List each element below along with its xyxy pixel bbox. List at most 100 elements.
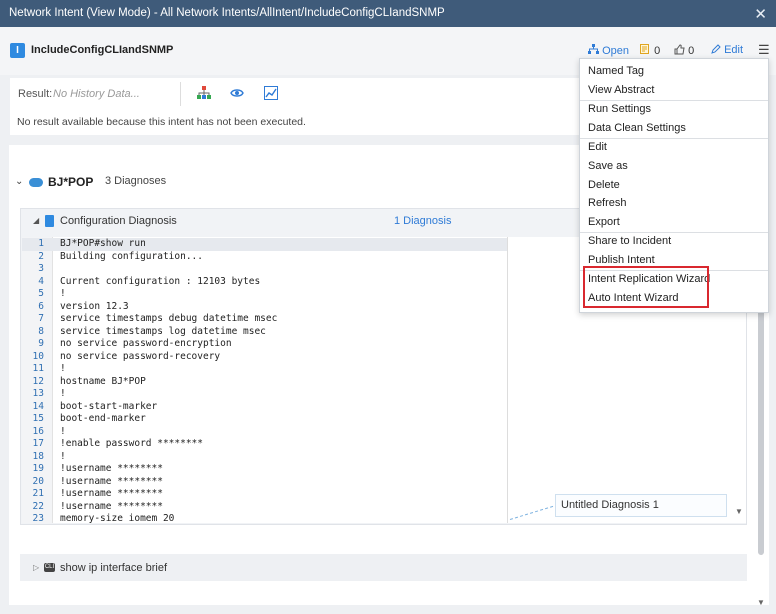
open-label: Open bbox=[602, 45, 629, 57]
line-text: !username ******** bbox=[60, 500, 163, 512]
comment-icon bbox=[640, 44, 649, 54]
line-text: memory-size iomem 20 bbox=[60, 513, 175, 523]
like-button[interactable]: 0 bbox=[674, 44, 694, 57]
intent-name: IncludeConfigCLIandSNMP bbox=[31, 44, 174, 56]
device-diagnoses-count: 3 Diagnoses bbox=[105, 175, 167, 187]
line-text: ! bbox=[60, 425, 66, 437]
code-line: 2 Building configuration... bbox=[22, 251, 507, 264]
comments-count: 0 bbox=[654, 45, 661, 57]
scrollbar-down-icon[interactable]: ▼ bbox=[757, 598, 765, 607]
menu-divider bbox=[580, 100, 768, 101]
code-line: 15 boot-end-marker bbox=[22, 413, 507, 426]
menu-item-data-clean-settings[interactable]: Data Clean Settings bbox=[588, 122, 686, 134]
line-text: ! bbox=[60, 450, 66, 462]
menu-item-delete[interactable]: Delete bbox=[588, 179, 620, 191]
code-line: 20 !username ******** bbox=[22, 476, 507, 489]
config-diagnosis-count[interactable]: 1 Diagnosis bbox=[394, 215, 451, 227]
line-text: Current configuration : 12103 bytes bbox=[60, 275, 261, 287]
line-text: boot-start-marker bbox=[60, 400, 158, 412]
line-number: 11 bbox=[32, 363, 44, 374]
line-number: 3 bbox=[38, 263, 44, 274]
show-command-label[interactable]: show ip interface brief bbox=[60, 562, 167, 574]
topology-icon[interactable] bbox=[197, 86, 211, 100]
close-icon[interactable]: ✕ bbox=[754, 5, 767, 23]
scroll-down-icon[interactable]: ▼ bbox=[735, 507, 743, 516]
line-number: 12 bbox=[32, 375, 44, 387]
menu-item-publish-intent[interactable]: Publish Intent bbox=[588, 254, 655, 266]
result-history-select[interactable]: No History Data... bbox=[53, 88, 140, 100]
code-line: 3 bbox=[22, 263, 507, 276]
menu-item-save-as[interactable]: Save as bbox=[588, 160, 628, 172]
menu-item-export[interactable]: Export bbox=[588, 216, 620, 228]
line-number: 16 bbox=[32, 425, 44, 437]
line-number: 13 bbox=[32, 388, 44, 399]
menu-icon[interactable]: ☰ bbox=[758, 42, 770, 58]
line-number: 6 bbox=[38, 300, 44, 312]
chevron-down-icon[interactable]: ⌄ bbox=[15, 176, 23, 187]
line-text: ! bbox=[60, 363, 66, 374]
line-text: ! bbox=[60, 388, 66, 399]
code-line: 18! bbox=[22, 451, 507, 464]
result-label: Result: bbox=[18, 88, 53, 100]
device-name[interactable]: BJ*POP bbox=[48, 175, 93, 189]
config-diagnosis-title[interactable]: Configuration Diagnosis bbox=[60, 215, 177, 227]
line-number: 1 bbox=[38, 238, 44, 249]
menu-divider bbox=[580, 232, 768, 233]
menu-item-run-settings[interactable]: Run Settings bbox=[588, 103, 651, 115]
config-code-viewer[interactable]: 1 BJ*POP#show run 2 Building configuration.… bbox=[22, 237, 508, 523]
likes-count: 0 bbox=[688, 45, 695, 57]
line-text: BJ*POP#show run bbox=[60, 238, 146, 249]
line-number: 15 bbox=[32, 413, 44, 424]
expand-triangle-icon[interactable]: ▷ bbox=[33, 563, 39, 572]
menu-item-view-abstract[interactable]: View Abstract bbox=[588, 84, 654, 96]
code-line: 12 hostname BJ*POP bbox=[22, 376, 507, 389]
line-text: no service password-encryption bbox=[60, 338, 232, 349]
thumbs-up-icon bbox=[674, 44, 685, 55]
line-number: 7 bbox=[38, 313, 44, 324]
code-line: 5! bbox=[22, 288, 507, 301]
diagnosis-box[interactable]: Untitled Diagnosis 1 bbox=[555, 494, 727, 517]
cli-icon: CLI bbox=[44, 563, 55, 572]
line-text: no service password-recovery bbox=[60, 350, 221, 362]
code-line: 13! bbox=[22, 388, 507, 401]
code-line: 14 boot-start-marker bbox=[22, 401, 507, 414]
line-text: Building configuration... bbox=[60, 250, 203, 262]
menu-item-named-tag[interactable]: Named Tag bbox=[588, 65, 644, 77]
menu-item-refresh[interactable]: Refresh bbox=[588, 197, 627, 209]
line-number: 20 bbox=[32, 475, 44, 487]
menu-item-share-to-incident[interactable]: Share to Incident bbox=[588, 235, 671, 247]
code-line: 19 !username ******** bbox=[22, 463, 507, 476]
line-number: 17 bbox=[32, 438, 44, 449]
line-text: !username ******** bbox=[60, 488, 163, 499]
line-text: hostname BJ*POP bbox=[60, 375, 146, 387]
code-line: 9 no service password-encryption bbox=[22, 338, 507, 351]
pencil-icon bbox=[711, 44, 721, 54]
code-line: 22 !username ******** bbox=[22, 501, 507, 514]
result-divider bbox=[180, 82, 181, 106]
comments-button[interactable]: 0 bbox=[640, 44, 660, 57]
line-number: 22 bbox=[32, 500, 44, 512]
code-line: 4 Current configuration : 12103 bytes bbox=[22, 276, 507, 289]
line-text: !username ******** bbox=[60, 475, 163, 487]
edit-button[interactable]: Edit bbox=[711, 44, 743, 56]
code-line: 10 no service password-recovery bbox=[22, 351, 507, 364]
menu-item-edit[interactable]: Edit bbox=[588, 141, 607, 153]
line-text: service timestamps log datetime msec bbox=[60, 325, 266, 337]
line-number: 5 bbox=[38, 288, 44, 299]
vertical-scrollbar[interactable] bbox=[758, 310, 764, 555]
chart-icon[interactable] bbox=[264, 86, 278, 100]
code-line: 21 !username ******** bbox=[22, 488, 507, 501]
line-text: version 12.3 bbox=[60, 300, 129, 312]
line-text: boot-end-marker bbox=[60, 413, 146, 424]
window-titlebar: Network Intent (View Mode) - All Network… bbox=[0, 0, 776, 27]
open-button[interactable]: Open bbox=[588, 44, 629, 57]
line-number: 19 bbox=[32, 463, 44, 474]
line-text: service timestamps debug datetime msec bbox=[60, 313, 278, 324]
line-text: ! bbox=[60, 288, 66, 299]
collapse-triangle-icon[interactable]: ◢ bbox=[33, 216, 39, 225]
config-file-icon bbox=[45, 215, 54, 227]
eye-icon[interactable] bbox=[230, 86, 244, 100]
line-number: 4 bbox=[38, 275, 44, 287]
code-line: 11! bbox=[22, 363, 507, 376]
code-line: 23 memory-size iomem 20 bbox=[22, 513, 507, 523]
